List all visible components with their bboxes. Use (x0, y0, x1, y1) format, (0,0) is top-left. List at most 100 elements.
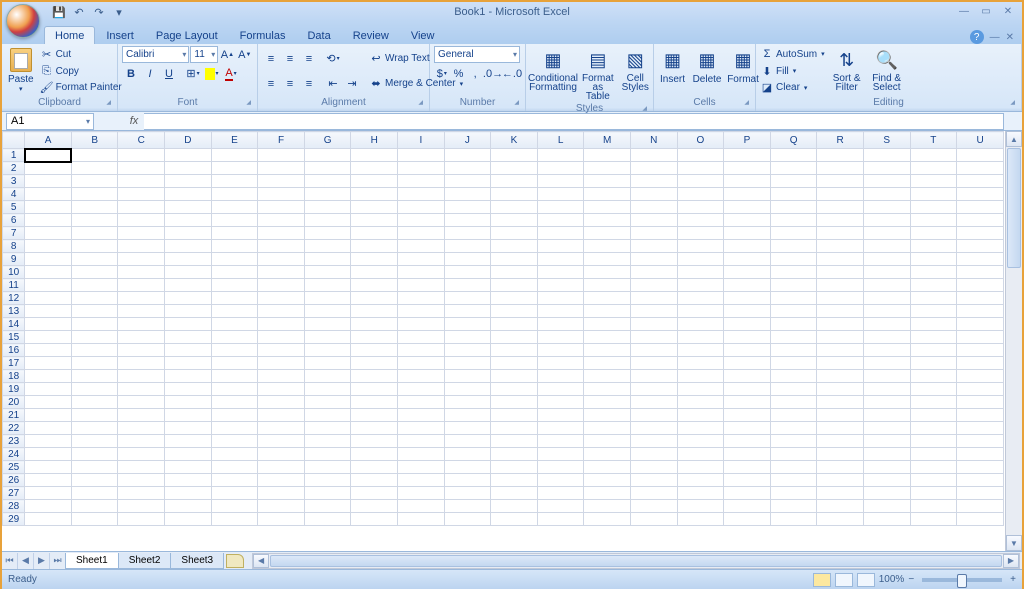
cell[interactable] (957, 227, 1004, 240)
cell[interactable] (491, 188, 538, 201)
cell[interactable] (817, 396, 864, 409)
find-select-button[interactable]: 🔍Find & Select (869, 46, 905, 94)
cell[interactable] (910, 461, 957, 474)
tab-insert[interactable]: Insert (95, 26, 145, 44)
cell[interactable] (677, 409, 724, 422)
cell[interactable] (863, 435, 910, 448)
cell[interactable] (910, 201, 957, 214)
cell[interactable] (817, 305, 864, 318)
cell[interactable] (584, 188, 631, 201)
cell[interactable] (957, 331, 1004, 344)
cell[interactable] (351, 279, 398, 292)
cell[interactable] (71, 227, 118, 240)
font-name-combo[interactable]: Calibri (122, 46, 189, 63)
cell[interactable] (770, 331, 817, 344)
cell[interactable] (118, 357, 165, 370)
cell[interactable] (491, 149, 538, 162)
cell[interactable] (817, 357, 864, 370)
cell[interactable] (817, 344, 864, 357)
page-layout-view-button[interactable] (835, 573, 853, 587)
row-header[interactable]: 6 (3, 214, 25, 227)
cell[interactable] (211, 240, 258, 253)
cell[interactable] (724, 461, 771, 474)
name-box[interactable]: A1 (6, 113, 94, 130)
cell[interactable] (304, 357, 351, 370)
redo-icon[interactable]: ↷ (92, 5, 106, 19)
cell[interactable] (25, 318, 72, 331)
zoom-slider[interactable] (922, 578, 1002, 582)
cell[interactable] (537, 370, 584, 383)
maximize-button[interactable]: ▭ (976, 4, 996, 18)
cell[interactable] (71, 500, 118, 513)
cell[interactable] (724, 409, 771, 422)
row-header[interactable]: 11 (3, 279, 25, 292)
cell[interactable] (863, 201, 910, 214)
cell[interactable] (677, 214, 724, 227)
cell[interactable] (910, 149, 957, 162)
cell[interactable] (863, 240, 910, 253)
column-header[interactable]: D (165, 132, 212, 149)
cell[interactable] (118, 513, 165, 526)
increase-decimal-button[interactable]: .0→ (484, 65, 502, 82)
cell[interactable] (258, 461, 305, 474)
cell[interactable] (118, 474, 165, 487)
cell[interactable] (863, 175, 910, 188)
cell[interactable] (398, 253, 445, 266)
cell[interactable] (211, 175, 258, 188)
cell[interactable] (491, 357, 538, 370)
cell[interactable] (631, 227, 678, 240)
cell[interactable] (584, 513, 631, 526)
cell[interactable] (398, 240, 445, 253)
cell[interactable] (165, 214, 212, 227)
column-header[interactable]: O (677, 132, 724, 149)
cell[interactable] (444, 422, 491, 435)
cell[interactable] (118, 240, 165, 253)
cell[interactable] (258, 240, 305, 253)
cell[interactable] (258, 344, 305, 357)
cell[interactable] (444, 292, 491, 305)
cell[interactable] (957, 175, 1004, 188)
cell[interactable] (165, 292, 212, 305)
cell[interactable] (165, 487, 212, 500)
row-header[interactable]: 8 (3, 240, 25, 253)
cell[interactable] (584, 292, 631, 305)
column-header[interactable]: J (444, 132, 491, 149)
row-header[interactable]: 3 (3, 175, 25, 188)
cell[interactable] (863, 292, 910, 305)
cell[interactable] (444, 331, 491, 344)
cell[interactable] (211, 435, 258, 448)
cell[interactable] (537, 214, 584, 227)
row-header[interactable]: 13 (3, 305, 25, 318)
accounting-format-button[interactable]: $ (434, 65, 450, 82)
cell[interactable] (118, 383, 165, 396)
cell[interactable] (491, 266, 538, 279)
cell[interactable] (910, 344, 957, 357)
cell[interactable] (631, 487, 678, 500)
row-header[interactable]: 12 (3, 292, 25, 305)
cell[interactable] (677, 370, 724, 383)
cell[interactable] (491, 500, 538, 513)
cell[interactable] (444, 461, 491, 474)
cell[interactable] (165, 344, 212, 357)
cell[interactable] (71, 162, 118, 175)
cell[interactable] (677, 422, 724, 435)
cell[interactable] (398, 474, 445, 487)
cell[interactable] (351, 253, 398, 266)
cell[interactable] (631, 500, 678, 513)
cell[interactable] (910, 409, 957, 422)
cell[interactable] (631, 318, 678, 331)
cell[interactable] (258, 435, 305, 448)
cell[interactable] (25, 305, 72, 318)
cell[interactable] (211, 448, 258, 461)
cell[interactable] (677, 435, 724, 448)
cell[interactable] (863, 461, 910, 474)
row-header[interactable]: 10 (3, 266, 25, 279)
cell[interactable] (304, 279, 351, 292)
cell[interactable] (398, 175, 445, 188)
cell[interactable] (71, 487, 118, 500)
cell[interactable] (724, 370, 771, 383)
cell[interactable] (351, 383, 398, 396)
cell[interactable] (537, 357, 584, 370)
cell[interactable] (537, 513, 584, 526)
cell[interactable] (211, 383, 258, 396)
